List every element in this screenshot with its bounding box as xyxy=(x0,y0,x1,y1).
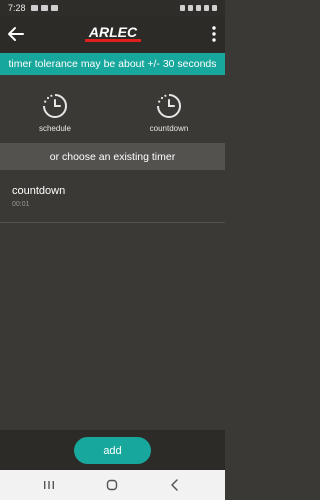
countdown-label: countdown xyxy=(149,124,189,133)
timer-icon xyxy=(43,94,67,118)
system-nav-bar xyxy=(0,470,225,500)
add-button[interactable]: add xyxy=(74,437,151,464)
list-item[interactable]: countdown 00:01 xyxy=(0,170,225,223)
status-time: 7:28 xyxy=(8,3,26,13)
image-icon xyxy=(40,5,48,11)
timer-duration: 00:01 xyxy=(12,201,30,208)
back-arrow-icon[interactable] xyxy=(7,25,25,43)
bottom-action-bar: add xyxy=(0,430,225,470)
wifi-icon xyxy=(196,5,201,11)
existing-timers-header: or choose an existing timer xyxy=(0,143,225,170)
countdown-timer-option[interactable]: countdown xyxy=(139,93,199,133)
location-icon xyxy=(188,5,193,11)
signal-icon xyxy=(204,5,209,11)
timer-name: countdown xyxy=(12,185,66,197)
recents-icon[interactable] xyxy=(42,478,56,492)
logo-text: ARLEC xyxy=(88,24,138,40)
battery-icon xyxy=(212,5,217,11)
schedule-timer-option[interactable]: schedule xyxy=(25,93,85,133)
status-bar: 7:28 xyxy=(0,0,225,16)
home-icon[interactable] xyxy=(105,478,119,492)
back-icon[interactable] xyxy=(168,478,182,492)
alarm-icon xyxy=(180,5,185,11)
arlec-logo: ARLEC xyxy=(85,24,141,42)
notification-icon xyxy=(30,5,38,11)
timer-icon xyxy=(157,94,181,118)
more-options-icon[interactable] xyxy=(210,25,218,43)
schedule-label: schedule xyxy=(38,124,72,133)
timer-type-selector: schedule countdown xyxy=(0,75,225,143)
app-bar: ARLEC xyxy=(0,16,225,53)
tolerance-notice: timer tolerance may be about +/- 30 seco… xyxy=(0,53,225,75)
notification-icon xyxy=(50,5,58,11)
existing-timer-list: countdown 00:01 xyxy=(0,170,225,223)
